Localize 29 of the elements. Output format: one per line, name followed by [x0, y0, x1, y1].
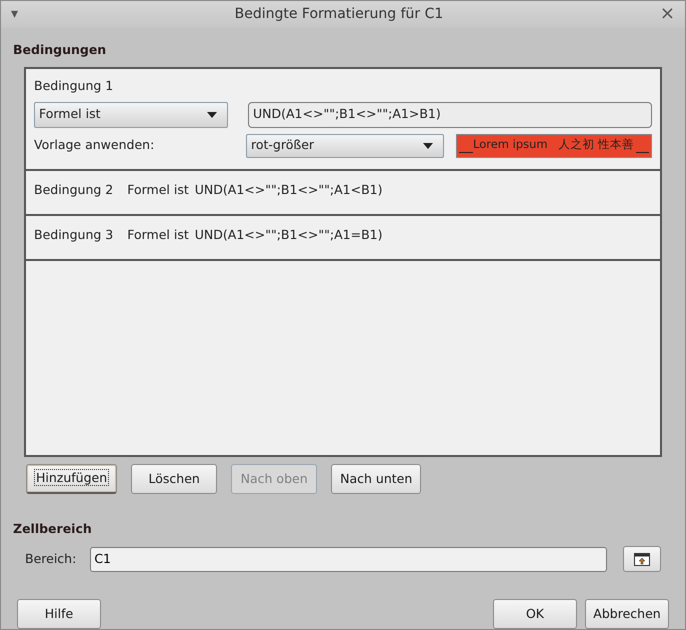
formula-field[interactable]: UND(A1<>"";B1<>"";A1>B1)	[248, 102, 652, 128]
list-button[interactable]: Löschen	[131, 464, 218, 494]
condition-formula: UND(A1<>"";B1<>"";A1<B1)	[194, 180, 382, 199]
range-field[interactable]: C1	[90, 546, 607, 572]
section-heading: Bedingungen	[13, 42, 106, 57]
section-heading: Zellbereich	[13, 521, 92, 536]
condition-title: Bedingung 3	[34, 226, 114, 244]
condition-type-dropdown[interactable]: Formel ist	[34, 102, 228, 128]
collapse-dialog-icon	[634, 552, 650, 566]
condition-title: Bedingung 2	[34, 180, 114, 199]
range-label: Bereich:	[25, 550, 76, 568]
style-preview: Lorem ipsum 人之初 性本善	[456, 134, 652, 158]
condition-type: Formel ist	[127, 180, 189, 199]
list-button[interactable]: Hinzufügen	[26, 464, 118, 494]
window-menu-button[interactable]: ▾	[11, 7, 18, 22]
caret-icon	[423, 142, 433, 149]
caret-icon	[207, 112, 217, 118]
close-button[interactable]: ×	[660, 5, 675, 24]
style-dropdown[interactable]: rot-größer	[246, 134, 444, 158]
help-button[interactable]: Hilfe	[17, 599, 101, 629]
condition-title: Bedingung 1	[34, 76, 114, 95]
condition-formula: UND(A1<>"";B1<>"";A1=B1)	[194, 226, 382, 244]
list-button[interactable]: Nach unten	[331, 464, 422, 494]
ok-button[interactable]: OK	[493, 599, 577, 629]
style-label: Vorlage anwenden:	[34, 136, 156, 154]
condition-type: Formel ist	[127, 226, 189, 244]
shrink-button[interactable]	[623, 546, 661, 572]
cancel-button[interactable]: Abbrechen	[585, 599, 669, 629]
window-title: Bedingte Formatierung für C1	[234, 4, 444, 24]
